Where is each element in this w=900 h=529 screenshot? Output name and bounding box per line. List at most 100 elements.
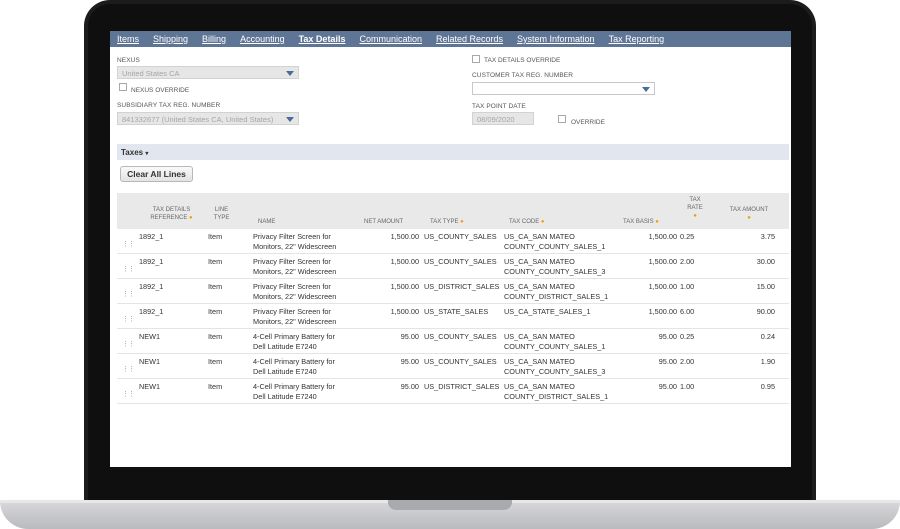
cell-tax-code-line2: COUNTY_COUNTY_SALES_1: [504, 342, 606, 351]
cell-tax-type: US_COUNTY_SALES: [424, 232, 497, 241]
header-tax-type: TAX TYPE ●: [430, 219, 464, 225]
cell-tax-type: US_DISTRICT_SALES: [424, 382, 500, 391]
tab-tax-reporting[interactable]: Tax Reporting: [609, 34, 665, 44]
cell-net-amount: 1,500.00: [390, 232, 419, 241]
caret-down-icon: ▾: [145, 151, 149, 157]
cell-net-amount: 95.00: [400, 357, 419, 366]
table-row[interactable]: ⋮⋮ NEW1 Item 4-Cell Primary Battery for …: [117, 354, 789, 379]
cell-name-line1: Privacy Filter Screen for: [253, 232, 331, 241]
cell-tax-code-line1: US_CA_STATE_SALES_1: [504, 307, 591, 316]
cell-name-line2: Monitors, 22" Widescreen: [253, 292, 337, 301]
table-row[interactable]: ⋮⋮ NEW1 Item 4-Cell Primary Battery for …: [117, 379, 789, 404]
chevron-down-icon: [286, 71, 294, 76]
tab-related-records[interactable]: Related Records: [436, 34, 503, 44]
header-tax-amount: TAX AMOUNT ●: [729, 207, 769, 221]
table-header: TAX DETAILS REFERENCE ● LINE TYPE NAME N…: [117, 193, 789, 229]
tax-details-override-checkbox[interactable]: [472, 55, 480, 63]
drag-handle-icon[interactable]: ⋮⋮: [122, 265, 135, 273]
cell-name-line1: Privacy Filter Screen for: [253, 257, 331, 266]
cell-tax-amount: 30.00: [756, 257, 775, 266]
cell-net-amount: 1,500.00: [390, 307, 419, 316]
cell-tax-basis: 1,500.00: [648, 307, 677, 316]
cell-tax-rate: 1.00: [680, 382, 695, 391]
tax-point-date-label: TAX POINT DATE: [472, 103, 526, 110]
tab-accounting[interactable]: Accounting: [240, 34, 285, 44]
tab-items[interactable]: Items: [117, 34, 139, 44]
table-row[interactable]: ⋮⋮ 1892_1 Item Privacy Filter Screen for…: [117, 279, 789, 304]
cell-ref: NEW1: [139, 382, 161, 391]
nexus-select[interactable]: United States CA: [117, 66, 299, 79]
nexus-override-label: NEXUS OVERRIDE: [131, 87, 190, 94]
taxes-section-title: Taxes: [121, 148, 144, 157]
cell-tax-basis: 1,500.00: [648, 232, 677, 241]
header-tax-basis: TAX BASIS ●: [623, 219, 659, 225]
tab-shipping[interactable]: Shipping: [153, 34, 188, 44]
drag-handle-icon[interactable]: ⋮⋮: [122, 240, 135, 248]
cell-tax-code-line2: COUNTY_COUNTY_SALES_3: [504, 267, 606, 276]
tab-communication[interactable]: Communication: [359, 34, 422, 44]
drag-handle-icon[interactable]: ⋮⋮: [122, 290, 135, 298]
tax-point-date-value: 08/09/2020: [477, 115, 515, 124]
cell-net-amount: 1,500.00: [390, 282, 419, 291]
nexus-override-checkbox[interactable]: [119, 83, 127, 91]
customer-tax-select[interactable]: [472, 82, 655, 95]
cell-tax-rate: 1.00: [680, 282, 695, 291]
cell-tax-code-line1: US_CA_SAN MATEO: [504, 282, 575, 291]
cell-tax-type: US_DISTRICT_SALES: [424, 282, 500, 291]
table-row[interactable]: ⋮⋮ 1892_1 Item Privacy Filter Screen for…: [117, 304, 789, 329]
header-net-amount: NET AMOUNT: [364, 219, 404, 225]
customer-tax-label: CUSTOMER TAX REG. NUMBER: [472, 72, 573, 79]
cell-tax-code-line2: COUNTY_DISTRICT_SALES_1: [504, 292, 609, 301]
cell-tax-code-line1: US_CA_SAN MATEO: [504, 357, 575, 366]
cell-ref: 1892_1: [139, 307, 164, 316]
subsidiary-tax-label: SUBSIDIARY TAX REG. NUMBER: [117, 102, 221, 109]
subsidiary-tax-select[interactable]: 841332677 (United States CA, United Stat…: [117, 112, 299, 125]
cell-tax-type: US_COUNTY_SALES: [424, 357, 497, 366]
cell-tax-type: US_STATE_SALES: [424, 307, 489, 316]
drag-handle-icon[interactable]: ⋮⋮: [122, 390, 135, 398]
cell-tax-rate: 2.00: [680, 357, 695, 366]
clear-all-lines-button[interactable]: Clear All Lines: [120, 166, 193, 182]
cell-name-line2: Dell Latitude E7240: [253, 342, 317, 351]
cell-tax-basis: 95.00: [658, 332, 677, 341]
cell-name-line2: Dell Latitude E7240: [253, 367, 317, 376]
cell-tax-amount: 15.00: [756, 282, 775, 291]
cell-ref: 1892_1: [139, 232, 164, 241]
drag-handle-icon[interactable]: ⋮⋮: [122, 340, 135, 348]
tab-tax-details[interactable]: Tax Details: [299, 34, 346, 44]
tax-point-date-field[interactable]: 08/09/2020: [472, 112, 534, 125]
drag-handle-icon[interactable]: ⋮⋮: [122, 365, 135, 373]
cell-name-line2: Monitors, 22" Widescreen: [253, 267, 337, 276]
header-name: NAME: [258, 219, 276, 225]
table-row[interactable]: ⋮⋮ 1892_1 Item Privacy Filter Screen for…: [117, 229, 789, 254]
taxes-section-header[interactable]: Taxes ▾: [117, 144, 789, 160]
cell-tax-rate: 0.25: [680, 332, 695, 341]
cell-name-line1: 4-Cell Primary Battery for: [253, 382, 335, 391]
cell-line-type: Item: [208, 257, 223, 266]
cell-tax-amount: 90.00: [756, 307, 775, 316]
cell-net-amount: 95.00: [400, 332, 419, 341]
tab-bar: Items Shipping Billing Accounting Tax De…: [110, 31, 791, 47]
cell-line-type: Item: [208, 232, 223, 241]
tab-billing[interactable]: Billing: [202, 34, 226, 44]
table-row[interactable]: ⋮⋮ NEW1 Item 4-Cell Primary Battery for …: [117, 329, 789, 354]
chevron-down-icon: [286, 117, 294, 122]
cell-name-line2: Monitors, 22" Widescreen: [253, 317, 337, 326]
cell-tax-amount: 0.24: [760, 332, 775, 341]
cell-tax-basis: 95.00: [658, 357, 677, 366]
cell-name-line2: Monitors, 22" Widescreen: [253, 242, 337, 251]
override-checkbox[interactable]: [558, 115, 566, 123]
cell-line-type: Item: [208, 382, 223, 391]
tab-system-information[interactable]: System Information: [517, 34, 595, 44]
drag-handle-icon[interactable]: ⋮⋮: [122, 315, 135, 323]
header-tax-rate: TAX RATE ●: [687, 197, 703, 219]
cell-tax-code-line2: COUNTY_COUNTY_SALES_1: [504, 242, 606, 251]
override-label: OVERRIDE: [571, 119, 605, 126]
cell-line-type: Item: [208, 307, 223, 316]
cell-tax-amount: 1.90: [760, 357, 775, 366]
header-tax-code: TAX CODE ●: [509, 219, 545, 225]
table-row[interactable]: ⋮⋮ 1892_1 Item Privacy Filter Screen for…: [117, 254, 789, 279]
laptop-notch: [388, 500, 512, 510]
cell-tax-code-line1: US_CA_SAN MATEO: [504, 257, 575, 266]
cell-net-amount: 1,500.00: [390, 257, 419, 266]
